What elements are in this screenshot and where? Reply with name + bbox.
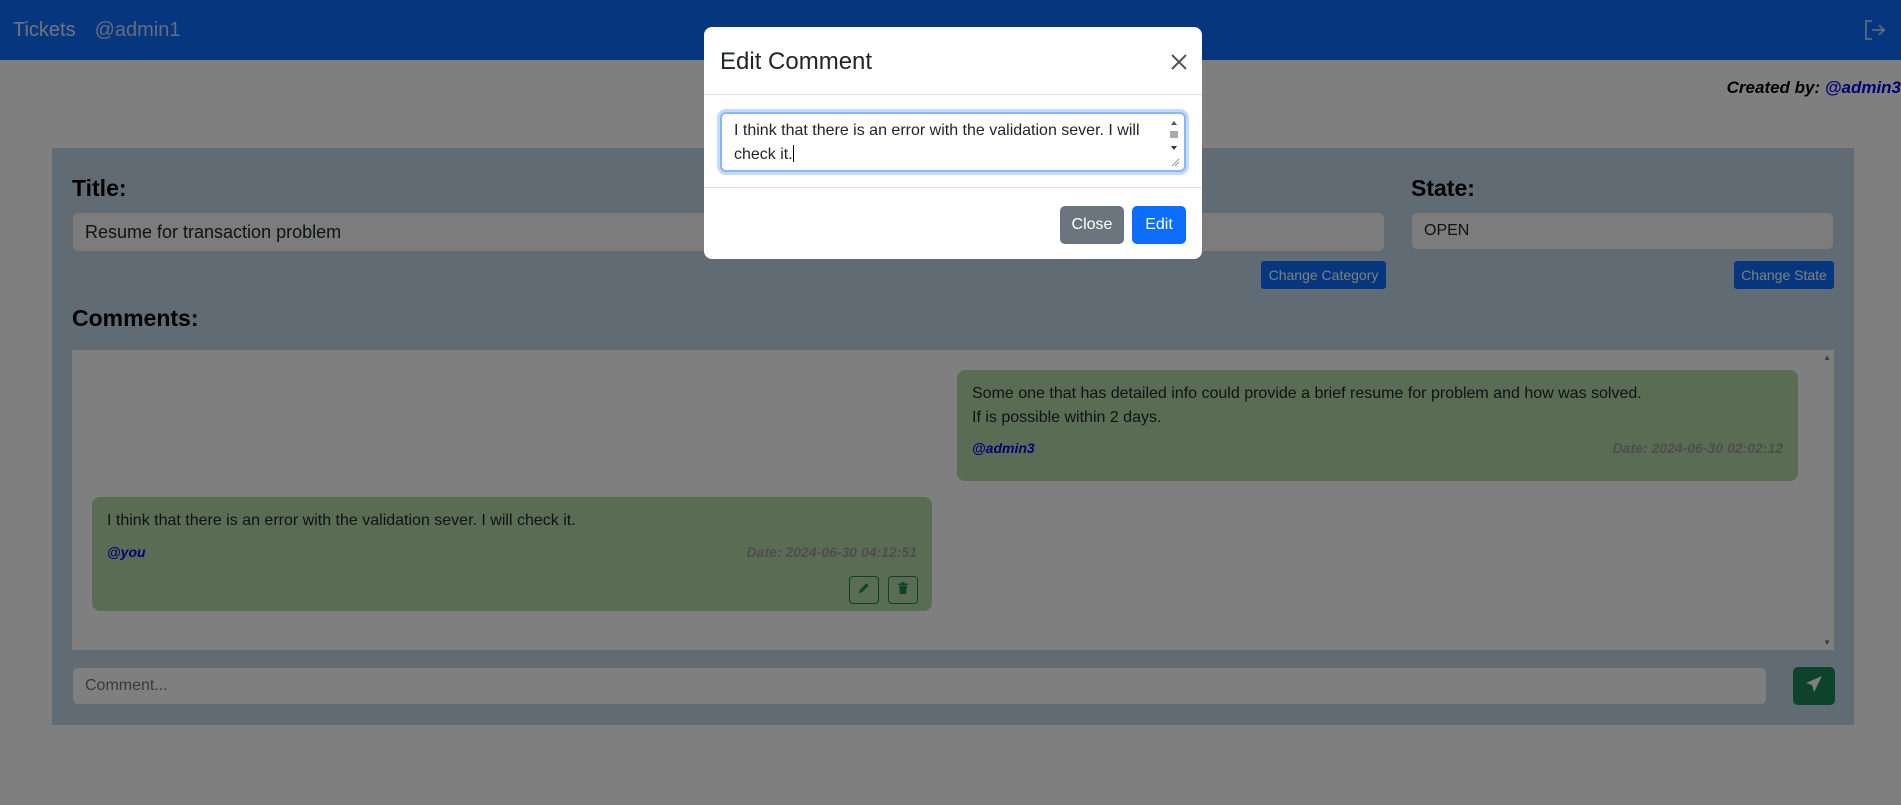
comment-textarea[interactable]: I think that there is an error with the … xyxy=(720,112,1186,172)
text-caret xyxy=(792,145,794,162)
close-button[interactable]: Close xyxy=(1060,206,1124,244)
modal-divider xyxy=(704,187,1202,188)
edit-comment-modal: Edit Comment I think that there is an er… xyxy=(704,27,1202,259)
modal-divider xyxy=(704,94,1202,95)
textarea-scrollbar[interactable] xyxy=(1168,118,1180,168)
edit-button[interactable]: Edit xyxy=(1132,206,1186,244)
modal-title: Edit Comment xyxy=(720,48,873,75)
close-icon[interactable] xyxy=(1167,50,1191,74)
